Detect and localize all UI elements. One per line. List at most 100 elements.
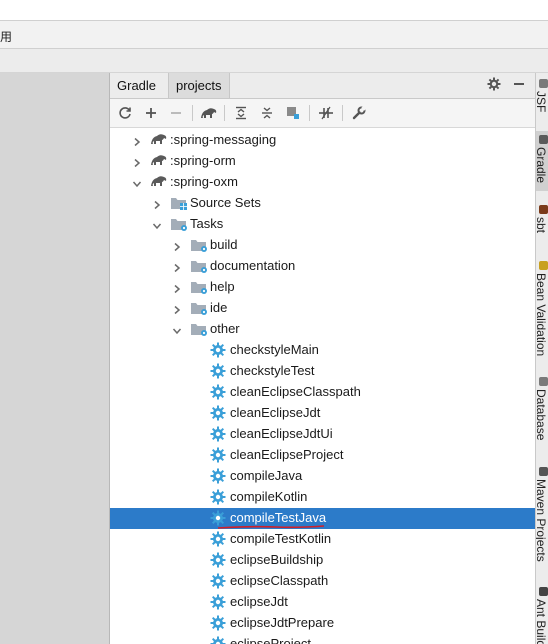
tree-task-row[interactable]: cleanEclipseClasspath: [110, 382, 535, 403]
chevron-down-icon[interactable]: [152, 219, 162, 230]
tree-node-label: cleanEclipseClasspath: [230, 384, 361, 399]
expand-all-icon[interactable]: [231, 104, 251, 122]
chevron-right-icon[interactable]: [172, 240, 182, 252]
tree-node-label: eclipseClasspath: [230, 573, 329, 588]
side-tab-label: Bean Validation: [535, 273, 548, 357]
tree-task-row[interactable]: compileKotlin: [110, 487, 535, 508]
tab-projects[interactable]: projects: [168, 73, 230, 98]
tree-node-label: :spring-oxm: [170, 174, 238, 189]
maven-icon: [539, 467, 548, 476]
remove-icon[interactable]: [166, 104, 186, 122]
window-top-area: [0, 0, 548, 20]
tree-node-row[interactable]: :spring-messaging: [110, 130, 535, 151]
database-icon: [539, 377, 548, 386]
task-gear-icon: [210, 573, 228, 590]
refresh-icon[interactable]: [115, 104, 135, 122]
tree-task-row[interactable]: eclipseBuildship: [110, 550, 535, 571]
tree-task-row[interactable]: cleanEclipseProject: [110, 445, 535, 466]
chevron-right-icon[interactable]: [172, 282, 182, 294]
tree-node-label: other: [210, 321, 240, 336]
sbt-icon: [539, 205, 548, 214]
tree-task-row[interactable]: compileTestJava: [110, 508, 535, 529]
tool-window-tabbar: Gradle projects: [110, 73, 535, 99]
toolbar-separator: [342, 105, 343, 121]
wrench-settings-icon[interactable]: [349, 104, 369, 122]
add-icon[interactable]: [141, 104, 161, 122]
tree-node-label: documentation: [210, 258, 296, 273]
chevron-right-icon[interactable]: [132, 156, 142, 168]
gradle-project-icon: [150, 153, 168, 170]
collapse-all-icon[interactable]: [257, 104, 277, 122]
hide-minimize-icon[interactable]: [510, 77, 528, 95]
tree-node-label: compileTestJava: [230, 510, 327, 525]
gradle-icon: [539, 135, 548, 144]
toolbar-separator: [192, 105, 193, 121]
tree-node-label: compileJava: [230, 468, 303, 483]
tree-task-row[interactable]: cleanEclipseJdt: [110, 403, 535, 424]
tree-node-row[interactable]: other: [110, 319, 535, 340]
tree-node-label: Tasks: [190, 216, 224, 231]
tree-node-row[interactable]: ide: [110, 298, 535, 319]
side-tab-label: Ant Build: [535, 599, 548, 644]
tree-node-label: cleanEclipseJdt: [230, 405, 321, 420]
tree-task-row[interactable]: checkstyleMain: [110, 340, 535, 361]
tree-node-row[interactable]: Tasks: [110, 214, 535, 235]
tree-node-label: :spring-orm: [170, 153, 236, 168]
jsf-icon: [539, 79, 548, 88]
side-tab-sbt[interactable]: sbt: [536, 201, 548, 249]
editor-tab-strip: [0, 49, 548, 73]
tree-node-label: checkstyleMain: [230, 342, 319, 357]
task-folder-icon: [190, 279, 208, 296]
task-gear-icon: [210, 363, 228, 380]
gradle-project-icon: [150, 174, 168, 191]
side-tab-database[interactable]: Database: [536, 373, 548, 453]
tree-node-row[interactable]: build: [110, 235, 535, 256]
tree-node-label: eclipseJdt: [230, 594, 288, 609]
task-folder-icon: [170, 216, 188, 233]
execute-gradle-task-icon[interactable]: [199, 104, 219, 122]
tree-task-row[interactable]: compileTestKotlin: [110, 529, 535, 550]
menu-fragment[interactable]: 用: [0, 28, 12, 45]
tree-node-label: cleanEclipseProject: [230, 447, 344, 462]
tree-task-row[interactable]: eclipseClasspath: [110, 571, 535, 592]
chevron-right-icon[interactable]: [172, 303, 182, 315]
tab-gradle[interactable]: Gradle: [110, 73, 164, 98]
tree-node-row[interactable]: :spring-orm: [110, 151, 535, 172]
side-tab-bean-validation[interactable]: Bean Validation: [536, 257, 548, 367]
chevron-right-icon[interactable]: [152, 198, 162, 210]
tree-task-row[interactable]: eclipseJdt: [110, 592, 535, 613]
tree-node-row[interactable]: help: [110, 277, 535, 298]
task-gear-icon: [210, 426, 228, 443]
link-gradle-project-icon[interactable]: [283, 104, 303, 122]
chevron-down-icon[interactable]: [172, 324, 182, 335]
tree-node-label: compileKotlin: [230, 489, 308, 504]
tree-task-row[interactable]: cleanEclipseJdtUi: [110, 424, 535, 445]
task-folder-icon: [190, 258, 208, 275]
settings-gear-icon[interactable]: [485, 77, 503, 95]
side-tab-gradle[interactable]: Gradle: [536, 131, 548, 191]
side-tab-jsf[interactable]: JSF: [536, 75, 548, 123]
chevron-right-icon[interactable]: [132, 135, 142, 147]
task-gear-icon: [210, 405, 228, 422]
gradle-toolbar: [110, 99, 535, 128]
tree-task-row[interactable]: eclipseJdtPrepare: [110, 613, 535, 634]
side-tab-ant-build[interactable]: Ant Build: [535, 583, 548, 644]
chevron-down-icon[interactable]: [132, 177, 142, 188]
tree-node-row[interactable]: :spring-oxm: [110, 172, 535, 193]
task-gear-icon: [210, 594, 228, 611]
task-gear-icon: [210, 552, 228, 569]
tree-node-label: checkstyleTest: [230, 363, 315, 378]
toggle-offline-mode-icon[interactable]: [316, 104, 336, 122]
ant-icon: [539, 587, 548, 596]
tree-task-row[interactable]: checkstyleTest: [110, 361, 535, 382]
tree-node-row[interactable]: Source Sets: [110, 193, 535, 214]
chevron-right-icon[interactable]: [172, 261, 182, 273]
gradle-tool-window: Gradle projects:spring-messaging:sprin…: [110, 73, 543, 644]
tree-node-row[interactable]: documentation: [110, 256, 535, 277]
tree-task-row[interactable]: eclipseProject: [110, 634, 535, 644]
tree-node-label: eclipseProject: [230, 636, 311, 644]
tree-task-row[interactable]: compileJava: [110, 466, 535, 487]
side-tab-maven-projects[interactable]: Maven Projects: [536, 463, 548, 563]
task-gear-icon: [210, 384, 228, 401]
side-tab-label: Database: [535, 389, 548, 441]
